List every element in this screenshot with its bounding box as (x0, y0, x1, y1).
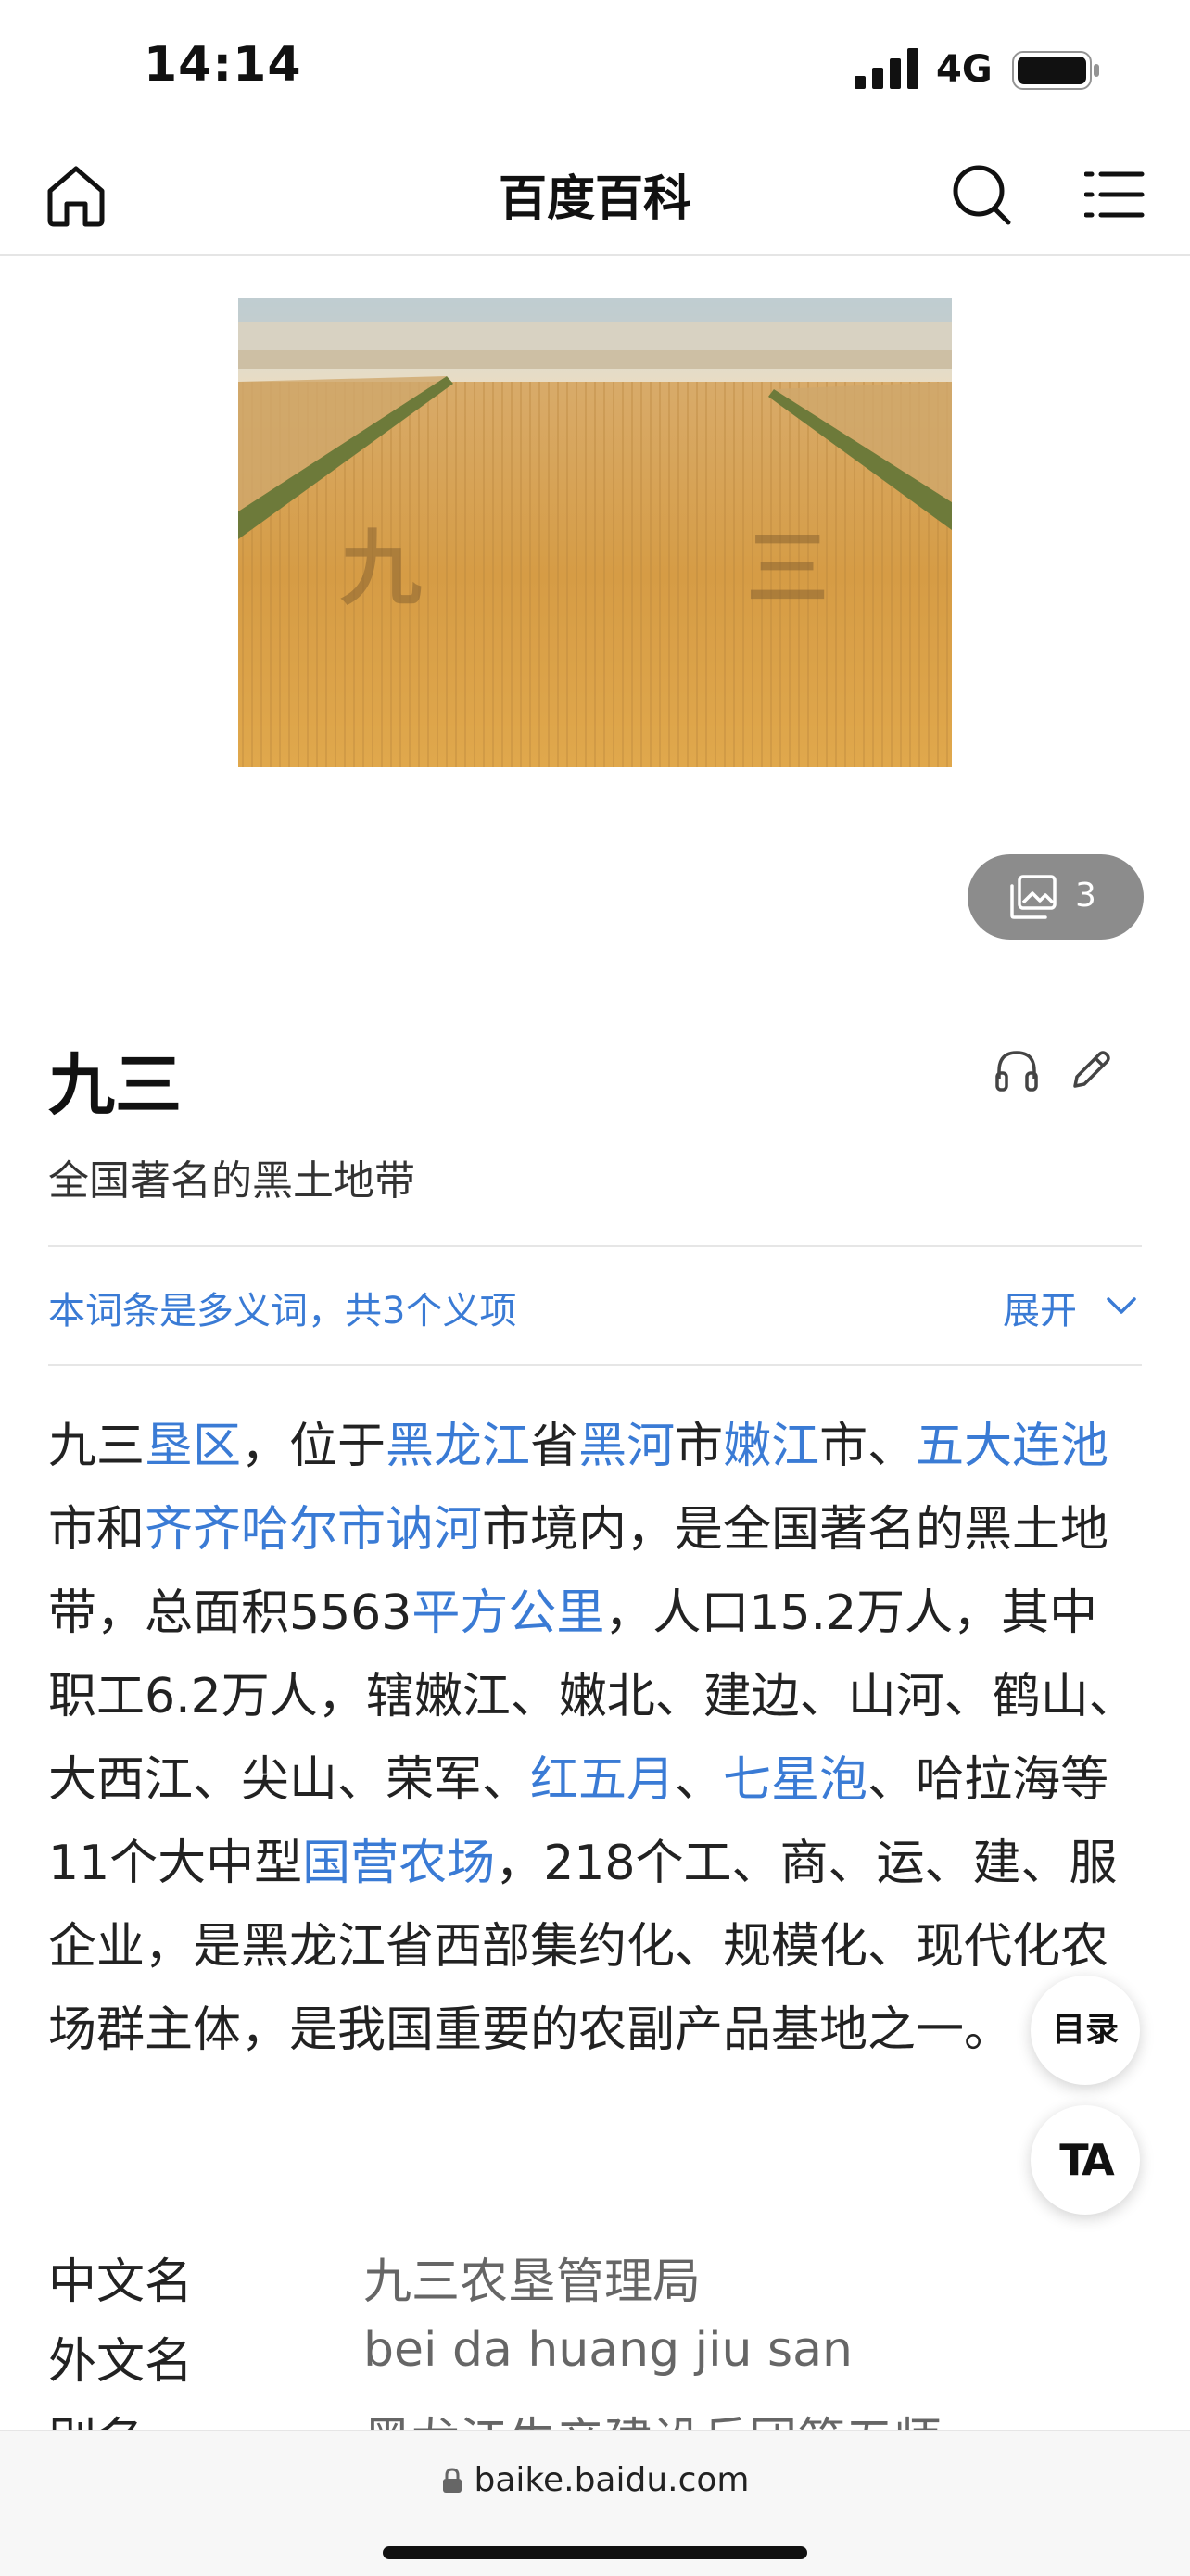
paragraph-text: 九三 (48, 1419, 146, 1474)
paragraph-link[interactable]: 垦区 (145, 1419, 241, 1474)
lock-icon (442, 2468, 462, 2493)
paragraph-link[interactable]: 黑龙江 (386, 1419, 530, 1474)
info-value: bei da huang jiu san (363, 2322, 853, 2378)
gallery-count: 3 (1075, 877, 1096, 915)
info-value: 九三农垦管理局 (363, 2254, 702, 2310)
summary-paragraph: 九三垦区，位于黑龙江省黑河市嫩江市、五大连池市和齐齐哈尔市讷河市境内，是全国著名… (48, 1405, 1142, 2072)
field-text: 九 三 (340, 521, 952, 616)
paragraph-link[interactable]: 嫩江 (723, 1419, 819, 1474)
entry-title: 九三 (48, 1046, 183, 1124)
paragraph-link[interactable]: 黑河 (578, 1419, 675, 1474)
table-of-contents-button[interactable]: 目录 (1031, 1976, 1140, 2085)
field-photo: 九 三 (238, 298, 952, 767)
image-gallery-icon (1010, 875, 1057, 919)
browser-bottom-bar: baike.baidu.com (0, 2430, 1190, 2576)
chevron-down-icon[interactable] (1103, 1292, 1140, 1320)
signal-icon (855, 48, 918, 89)
paragraph-text: 市 (675, 1419, 724, 1474)
search-icon[interactable] (951, 161, 1014, 228)
paragraph-text: 、 (675, 1752, 724, 1808)
text-size-button[interactable]: TA (1031, 2105, 1140, 2215)
status-bar: 14:14 4G (0, 0, 1190, 139)
edit-pencil-icon[interactable] (1068, 1047, 1114, 1093)
paragraph-link[interactable]: 齐齐哈尔市讷河 (145, 1502, 482, 1558)
paragraph-text: ，位于 (241, 1419, 386, 1474)
url-text: baike.baidu.com (474, 2461, 750, 2499)
headphones-icon[interactable] (994, 1047, 1040, 1093)
paragraph-text: 市、 (819, 1419, 917, 1474)
home-indicator (383, 2546, 807, 2559)
battery-icon (1012, 51, 1099, 90)
hero-image[interactable]: 九 三 (238, 298, 952, 767)
address-bar[interactable]: baike.baidu.com (0, 2461, 1190, 2499)
gallery-button[interactable]: 3 (968, 854, 1144, 940)
expand-button[interactable]: 展开 (1003, 1281, 1077, 1334)
top-nav: 百度百科 (0, 139, 1190, 256)
divider (48, 1245, 1142, 1247)
menu-icon[interactable] (1084, 165, 1146, 224)
polysemy-notice[interactable]: 本词条是多义词，共3个义项 (48, 1281, 516, 1334)
paragraph-text: 市和 (48, 1502, 146, 1558)
status-time: 14:14 (144, 37, 302, 93)
network-label: 4G (936, 48, 993, 91)
paragraph-link[interactable]: 红五月 (530, 1752, 675, 1808)
info-label: 中文名 (48, 2254, 194, 2310)
paragraph-link[interactable]: 七星泡 (723, 1752, 867, 1808)
divider (48, 1364, 1142, 1366)
paragraph-link[interactable]: 五大连池 (916, 1419, 1108, 1474)
paragraph-link[interactable]: 平方公里 (411, 1585, 604, 1641)
paragraph-link[interactable]: 国营农场 (302, 1836, 495, 1891)
info-label: 外文名 (48, 2334, 194, 2390)
paragraph-text: 省 (530, 1419, 579, 1474)
entry-subtitle: 全国著名的黑土地带 (48, 1157, 415, 1205)
